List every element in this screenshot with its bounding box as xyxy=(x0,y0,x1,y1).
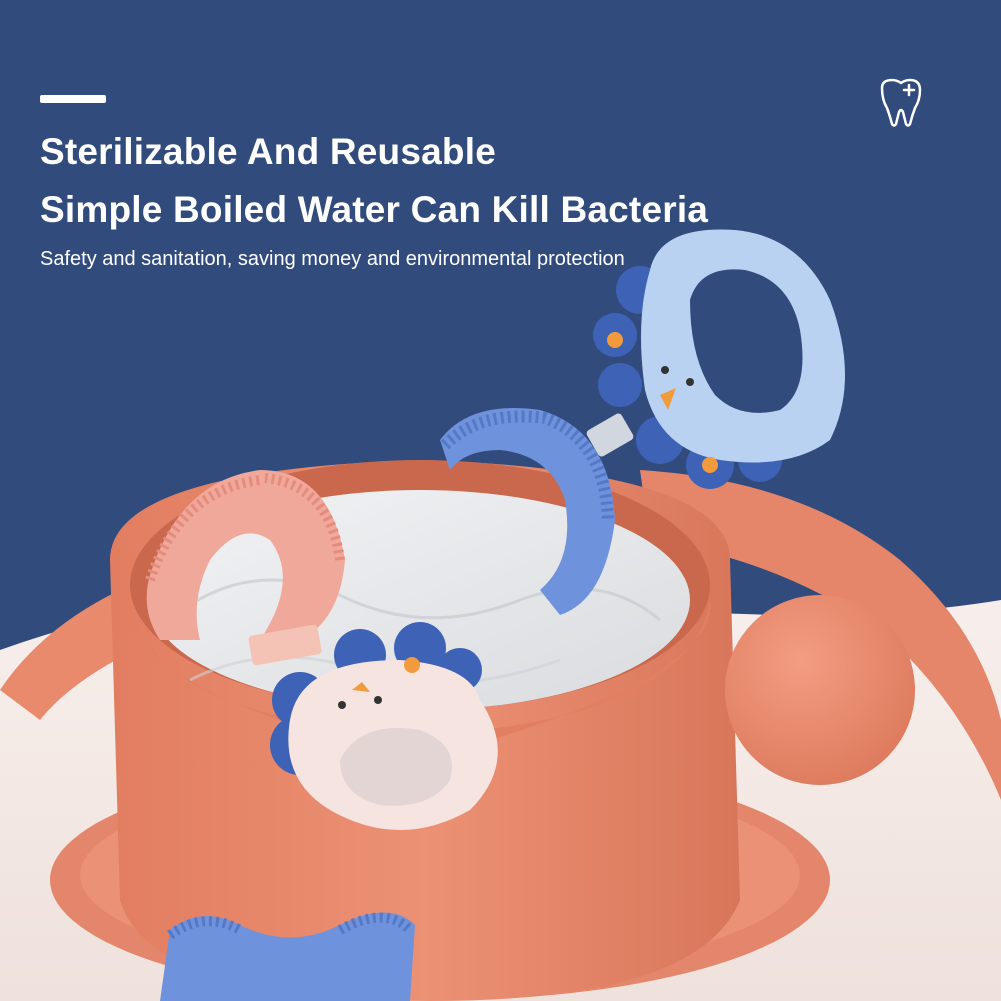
tooth-plus-icon xyxy=(880,78,922,127)
accent-bar xyxy=(40,95,106,103)
headline-line-1: Sterilizable And Reusable xyxy=(40,131,496,172)
headline-line-2: Simple Boiled Water Can Kill Bacteria xyxy=(40,189,709,230)
subheadline: Safety and sanitation, saving money and … xyxy=(40,248,625,270)
bowl-knob xyxy=(725,595,915,785)
